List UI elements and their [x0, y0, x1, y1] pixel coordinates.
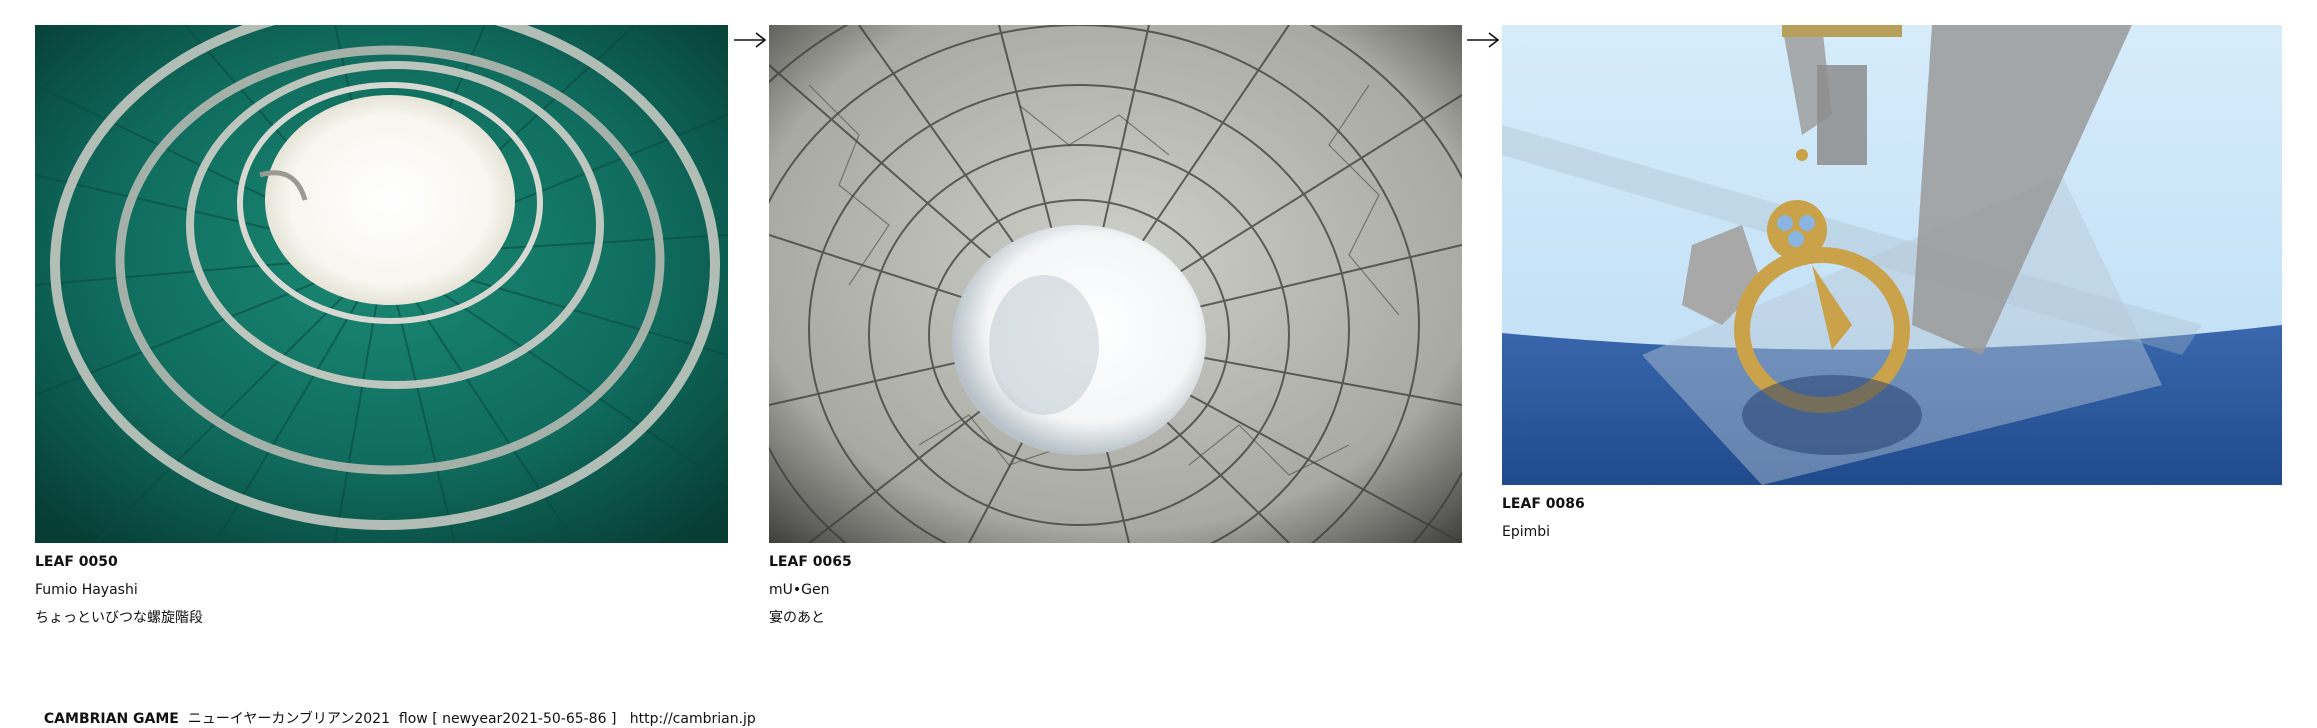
- leaf-title: ちょっといびつな螺旋階段: [35, 610, 203, 626]
- leaf-author[interactable]: mU•Gen: [769, 581, 1462, 609]
- footer-credits: CAMBRIAN GAME ニューイヤーカンブリアン2021 flow [ ne…: [35, 692, 756, 728]
- leaf-card-0065[interactable]: LEAF 0065 mU•Gen 宴のあと: [769, 25, 1462, 637]
- leaf-card-0050[interactable]: LEAF 0050 Fumio Hayashi ちょっといびつな螺旋階段: [35, 25, 728, 637]
- footer-url-link[interactable]: http://cambrian.jp: [630, 711, 756, 727]
- right-arrow-icon: [733, 30, 767, 50]
- leaf-id-label: LEAF 0050: [35, 554, 118, 570]
- right-arrow-icon: [1466, 30, 1500, 50]
- footer-brand: CAMBRIAN GAME: [43, 711, 179, 727]
- leaf-title: 宴のあと: [769, 610, 825, 626]
- footer-flow: flow [ newyear2021-50-65-86 ]: [398, 711, 617, 727]
- leaf-author[interactable]: Epimbi: [1502, 523, 2282, 551]
- leaf-author[interactable]: Fumio Hayashi: [35, 581, 728, 609]
- leaf-image-3d-sundial[interactable]: [1502, 25, 2282, 485]
- leaf-id-label: LEAF 0086: [1502, 496, 1585, 512]
- leaf-image-crackled-bowl[interactable]: [769, 25, 1462, 543]
- footer-event: ニューイヤーカンブリアン2021: [187, 711, 390, 727]
- leaf-id-label: LEAF 0065: [769, 554, 852, 570]
- leaf-image-spiral-staircase[interactable]: [35, 25, 728, 543]
- leaf-card-0086[interactable]: LEAF 0086 Epimbi: [1502, 25, 2282, 551]
